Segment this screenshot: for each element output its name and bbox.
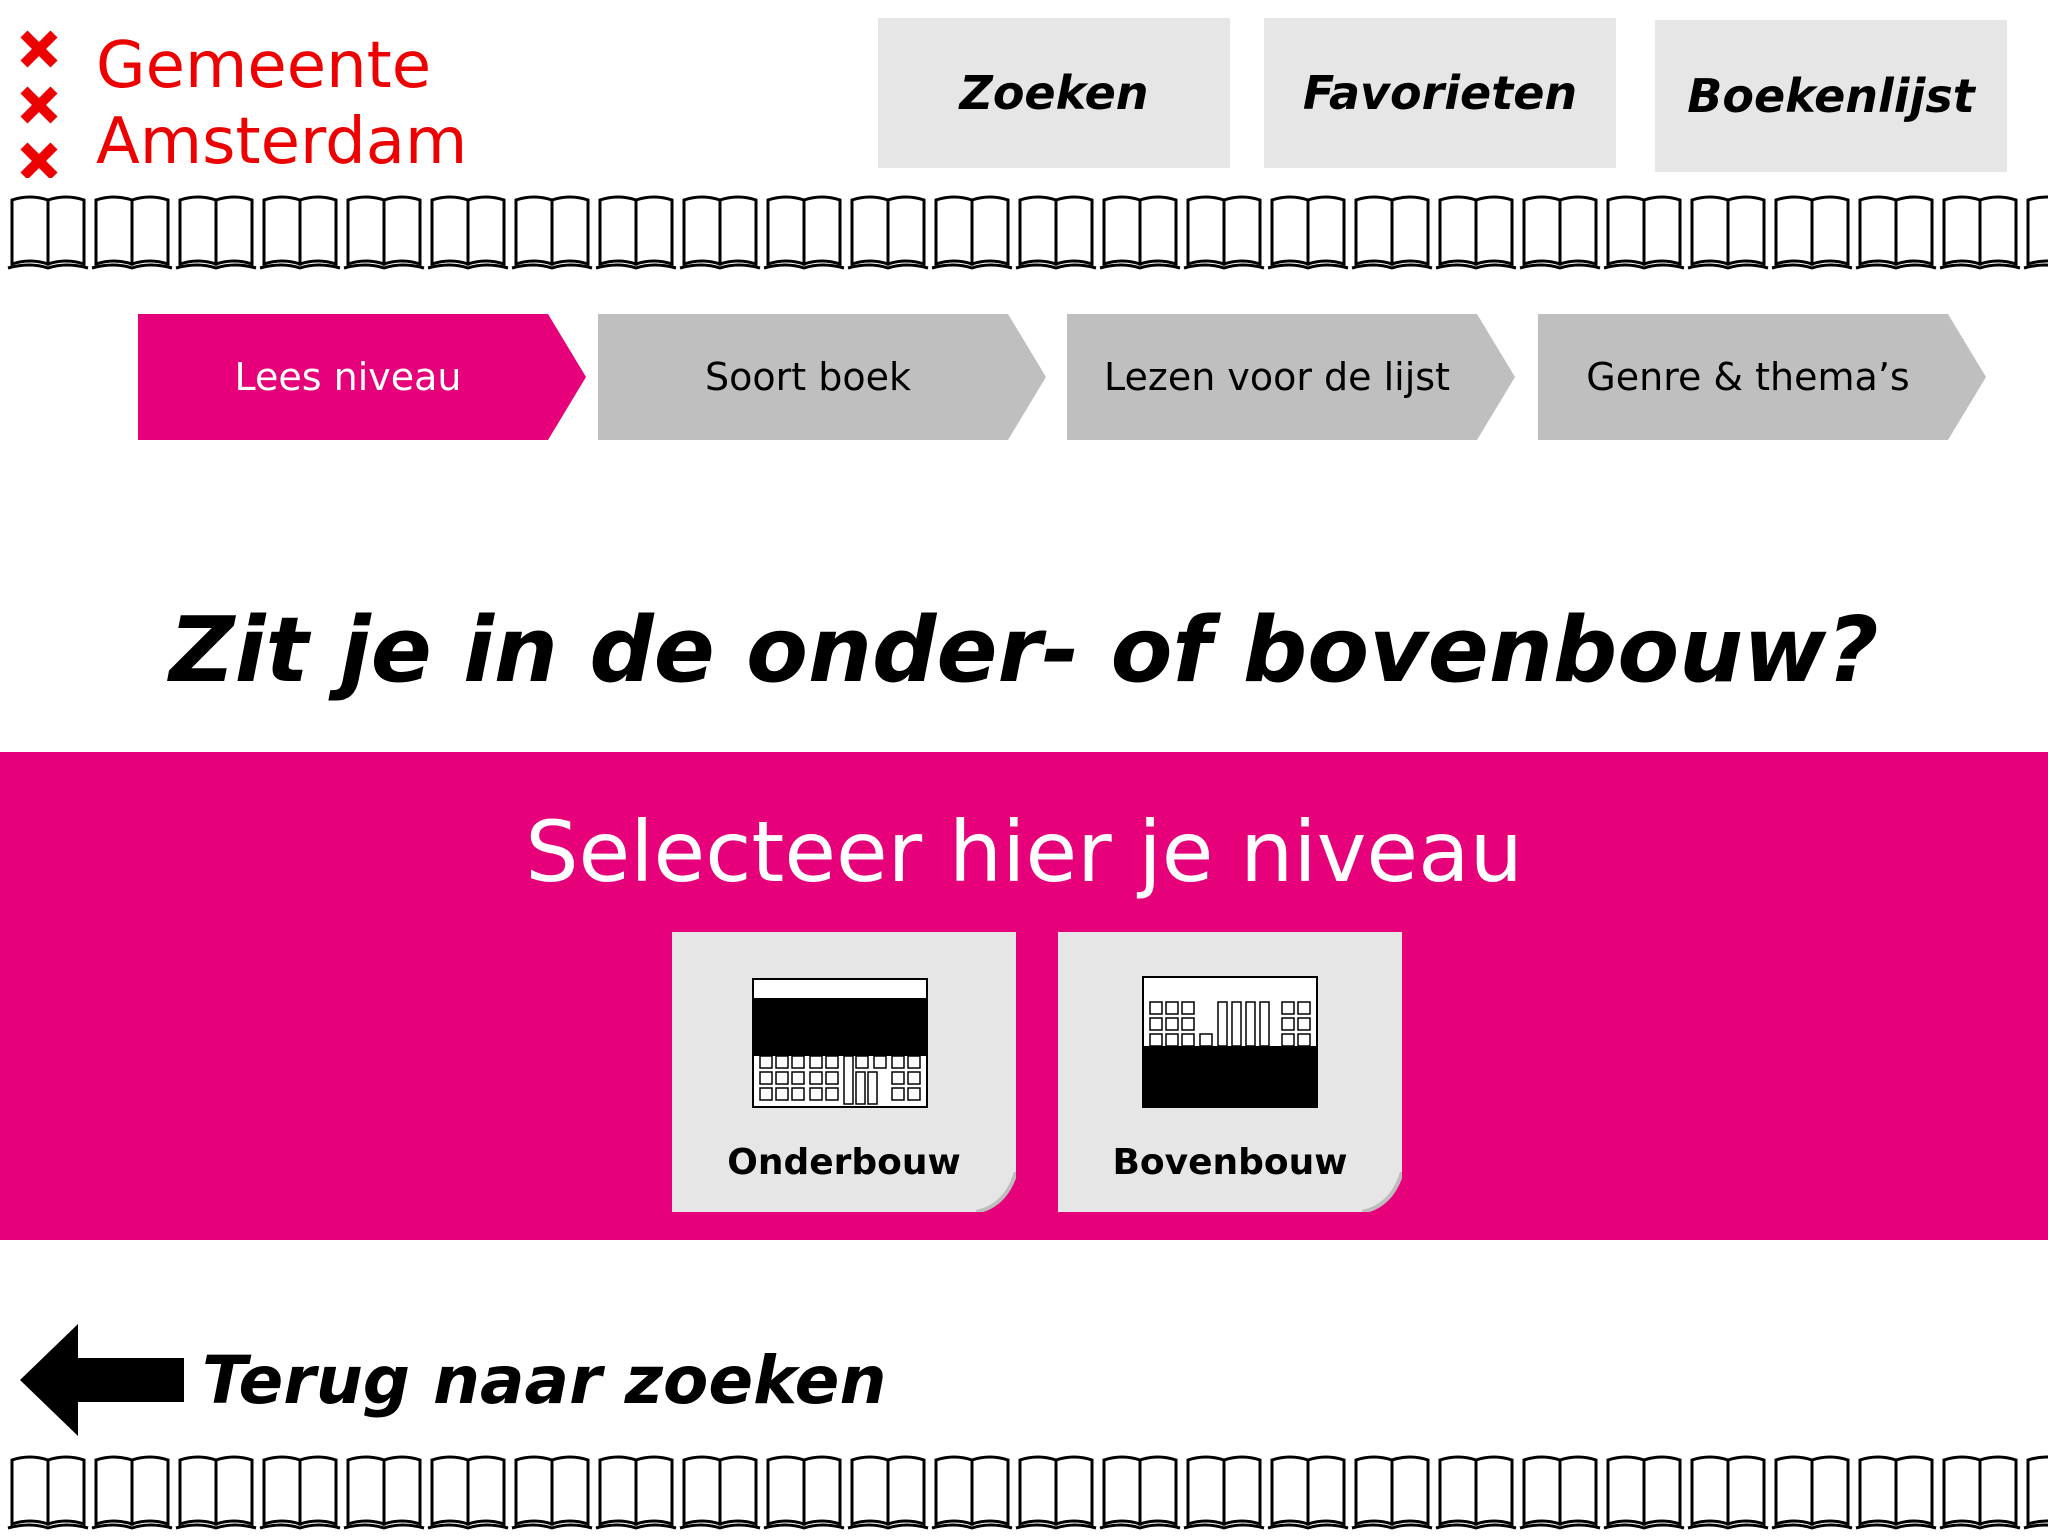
step-genre-themas[interactable]: Genre & thema’s [1538,314,1986,440]
open-book-icon [1015,1455,1097,1530]
open-book-icon [7,1455,89,1530]
brand-name-line2: Amsterdam [96,105,468,179]
open-book-icon [931,1455,1013,1530]
open-book-icon [763,1455,845,1530]
book-border-top [7,195,2048,270]
open-book-icon [1687,1455,1769,1530]
open-book-icon [595,1455,677,1530]
open-book-icon [2023,1455,2048,1530]
open-book-icon [847,1455,929,1530]
lower-building-icon [752,978,928,1108]
step-label: Lees niveau [234,355,462,399]
open-book-icon [7,195,89,270]
brand-name: Gemeente Amsterdam [96,28,467,180]
open-book-icon [1183,1455,1265,1530]
open-book-icon [1435,1455,1517,1530]
open-book-icon [1855,1455,1937,1530]
open-book-icon [763,195,845,270]
open-book-icon [595,195,677,270]
step-soort-boek[interactable]: Soort boek [598,314,1046,440]
open-book-icon [1099,1455,1181,1530]
open-book-icon [427,1455,509,1530]
onderbouw-label: Onderbouw [727,1142,961,1183]
open-book-icon [1099,195,1181,270]
open-book-icon [1015,195,1097,270]
brand-name-line1: Gemeente [96,29,432,103]
page-curl-decoration [1362,1172,1402,1212]
open-book-icon [175,195,257,270]
open-book-icon [931,195,1013,270]
open-book-icon [1267,1455,1349,1530]
open-book-icon [175,1455,257,1530]
page-curl-decoration [976,1172,1016,1212]
open-book-icon [1351,195,1433,270]
open-book-icon [1183,195,1265,270]
open-book-icon [511,1455,593,1530]
open-book-icon [427,195,509,270]
open-book-icon [1939,195,2021,270]
open-book-icon [259,195,341,270]
open-book-icon [1687,195,1769,270]
open-book-icon [1267,195,1349,270]
level-selection-panel: Selecteer hier je niveau Onderbouw Boven… [0,752,2048,1240]
step-label: Lezen voor de lijst [1103,355,1450,399]
arrow-left-icon [20,1324,184,1436]
open-book-icon [1351,1455,1433,1530]
open-book-icon [259,1455,341,1530]
step-label: Genre & thema’s [1586,355,1910,399]
open-book-icon [679,1455,761,1530]
open-book-icon [343,1455,425,1530]
open-book-icon [91,195,173,270]
open-book-icon [1519,1455,1601,1530]
onderbouw-button[interactable]: Onderbouw [672,932,1016,1212]
open-book-icon [1771,1455,1853,1530]
favorites-button[interactable]: Favorieten [1264,18,1616,168]
open-book-icon [343,195,425,270]
open-book-icon [1603,1455,1685,1530]
open-book-icon [847,195,929,270]
booklist-button[interactable]: Boekenlijst [1655,20,2007,172]
open-book-icon [511,195,593,270]
open-book-icon [1855,195,1937,270]
upper-building-icon [1142,976,1318,1108]
select-level-title: Selecteer hier je niveau [525,803,1523,901]
xxx-crosses-icon [20,30,58,178]
back-to-search-link[interactable]: Terug naar zoeken [20,1320,886,1440]
page-question: Zit je in de onder- of bovenbouw? [169,598,1879,703]
open-book-icon [91,1455,173,1530]
book-border-bottom [7,1455,2048,1530]
step-lees-niveau[interactable]: Lees niveau [138,314,586,440]
step-lezen-voor-de-lijst[interactable]: Lezen voor de lijst [1067,314,1515,440]
open-book-icon [1519,195,1601,270]
open-book-icon [679,195,761,270]
step-label: Soort boek [705,355,911,399]
search-button[interactable]: Zoeken [878,18,1230,168]
bovenbouw-button[interactable]: Bovenbouw [1058,932,1402,1212]
open-book-icon [1939,1455,2021,1530]
open-book-icon [2023,195,2048,270]
bovenbouw-label: Bovenbouw [1112,1142,1348,1183]
back-to-search-label: Terug naar zoeken [202,1341,887,1419]
open-book-icon [1435,195,1517,270]
open-book-icon [1771,195,1853,270]
open-book-icon [1603,195,1685,270]
